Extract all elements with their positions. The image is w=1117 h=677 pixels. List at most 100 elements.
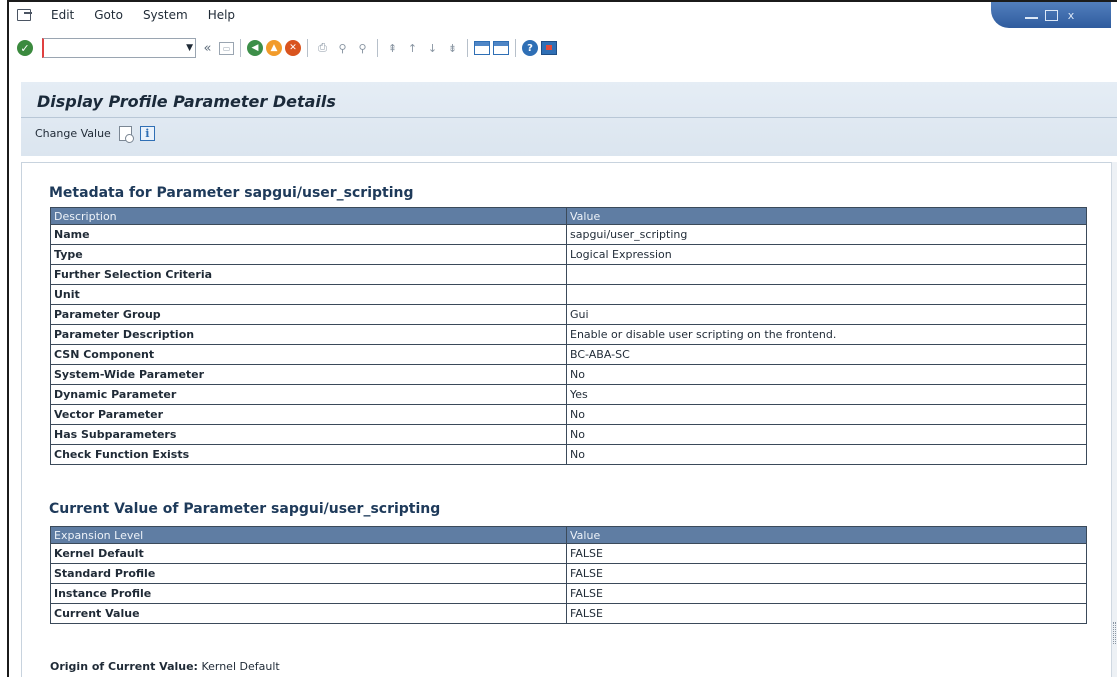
menu-goto[interactable]: Goto <box>94 8 123 22</box>
chevron-down-icon[interactable]: ▼ <box>186 43 193 53</box>
column-header-description[interactable]: Description <box>50 207 567 225</box>
row-value: BC-ABA-SC <box>566 344 1087 365</box>
splitter-grip-icon[interactable] <box>1113 622 1116 644</box>
info-icon[interactable]: i <box>139 126 155 141</box>
row-label: Type <box>50 244 567 265</box>
table-row[interactable]: Instance Profile FALSE <box>50 583 1087 604</box>
new-session-icon[interactable] <box>474 41 490 55</box>
row-label: Parameter Description <box>50 324 567 345</box>
title-divider <box>21 117 1117 118</box>
table-row[interactable]: Parameter Group Gui <box>50 304 1087 325</box>
table-row[interactable]: Type Logical Expression <box>50 244 1087 265</box>
command-field[interactable]: ▼ <box>42 38 196 58</box>
origin-value: Kernel Default <box>201 660 280 673</box>
previous-page-icon[interactable]: ↑ <box>404 40 421 57</box>
row-value: No <box>566 444 1087 465</box>
row-value: No <box>566 424 1087 445</box>
row-label: Parameter Group <box>50 304 567 325</box>
table-row[interactable]: System-Wide Parameter No <box>50 364 1087 385</box>
row-value: FALSE <box>566 563 1087 584</box>
row-label: Unit <box>50 284 567 305</box>
table-row[interactable]: Further Selection Criteria <box>50 264 1087 285</box>
last-page-icon[interactable]: ⇟ <box>444 40 461 57</box>
back-icon[interactable]: ◀ <box>247 40 263 56</box>
application-toolbar: Change Value i <box>35 126 155 143</box>
table-header-row: Description Value <box>50 207 1087 225</box>
minimize-icon[interactable] <box>1024 11 1038 19</box>
menu-window-icon[interactable] <box>17 9 32 21</box>
row-label: Name <box>50 224 567 245</box>
close-icon[interactable]: x <box>1065 10 1078 21</box>
column-header-value[interactable]: Value <box>566 526 1087 544</box>
find-icon[interactable]: ⚲ <box>334 40 351 57</box>
row-value: Gui <box>566 304 1087 325</box>
table-row[interactable]: Standard Profile FALSE <box>50 563 1087 584</box>
table-row[interactable]: Vector Parameter No <box>50 404 1087 425</box>
splitter-bar[interactable] <box>1111 162 1117 677</box>
collapse-icon[interactable]: « <box>199 40 216 57</box>
table-row[interactable]: Unit <box>50 284 1087 305</box>
row-label: Standard Profile <box>50 563 567 584</box>
row-label: Further Selection Criteria <box>50 264 567 285</box>
menu-help[interactable]: Help <box>208 8 235 22</box>
row-label: Kernel Default <box>50 543 567 564</box>
table-row[interactable]: Has Subparameters No <box>50 424 1087 445</box>
sap-window: x Edit Goto System Help ✓ ▼ « ▭ ◀ ▲ ✕ ⎙ … <box>7 0 1117 677</box>
row-value <box>566 284 1087 305</box>
table-row[interactable]: Dynamic Parameter Yes <box>50 384 1087 405</box>
cancel-icon[interactable]: ✕ <box>285 40 301 56</box>
enter-check-icon[interactable]: ✓ <box>17 40 33 56</box>
menu-system[interactable]: System <box>143 8 188 22</box>
first-page-icon[interactable]: ⇞ <box>384 40 401 57</box>
row-value: FALSE <box>566 543 1087 564</box>
row-label: Check Function Exists <box>50 444 567 465</box>
metadata-table: Description Value Name sapgui/user_script… <box>50 207 1087 465</box>
current-value-table: Expansion Level Value Kernel Default FALS… <box>50 526 1087 624</box>
table-row[interactable]: Check Function Exists No <box>50 444 1087 465</box>
current-value-section-title: Current Value of Parameter sapgui/user_s… <box>49 501 441 517</box>
row-label: Instance Profile <box>50 583 567 604</box>
row-value: No <box>566 364 1087 385</box>
menu-edit[interactable]: Edit <box>51 8 74 22</box>
table-row[interactable]: Parameter Description Enable or disable u… <box>50 324 1087 345</box>
row-label: Vector Parameter <box>50 404 567 425</box>
save-icon[interactable]: ▭ <box>219 41 234 55</box>
maximize-icon[interactable] <box>1044 9 1058 21</box>
row-value <box>566 264 1087 285</box>
next-page-icon[interactable]: ↓ <box>424 40 441 57</box>
find-next-icon[interactable]: ⚲ <box>354 40 371 57</box>
row-label: Current Value <box>50 603 567 624</box>
toolbar-separator <box>377 39 378 57</box>
row-value: FALSE <box>566 583 1087 604</box>
toolbar-separator <box>467 39 468 57</box>
column-header-value[interactable]: Value <box>566 207 1087 225</box>
content-area: Metadata for Parameter sapgui/user_scrip… <box>21 162 1111 677</box>
row-value: sapgui/user_scripting <box>566 224 1087 245</box>
table-header-row: Expansion Level Value <box>50 526 1087 544</box>
row-value: No <box>566 404 1087 425</box>
row-label: Dynamic Parameter <box>50 384 567 405</box>
customize-layout-icon[interactable] <box>541 41 557 55</box>
row-value: Yes <box>566 384 1087 405</box>
help-icon[interactable]: ? <box>522 40 538 56</box>
toolbar-separator <box>307 39 308 57</box>
menu-bar: Edit Goto System Help <box>9 2 235 28</box>
exit-icon[interactable]: ▲ <box>266 40 282 56</box>
table-row[interactable]: Current Value FALSE <box>50 603 1087 624</box>
table-row[interactable]: Kernel Default FALSE <box>50 543 1087 564</box>
row-value: Logical Expression <box>566 244 1087 265</box>
command-input[interactable] <box>44 40 174 56</box>
column-header-expansion-level[interactable]: Expansion Level <box>50 526 567 544</box>
window-controls: x <box>991 2 1111 28</box>
table-row[interactable]: CSN Component BC-ABA-SC <box>50 344 1087 365</box>
page-title: Display Profile Parameter Details <box>37 92 336 111</box>
standard-toolbar: ✓ ▼ « ▭ ◀ ▲ ✕ ⎙ ⚲ ⚲ ⇞ ↑ ↓ ⇟ ? <box>9 34 557 62</box>
change-value-button[interactable]: Change Value <box>35 127 111 140</box>
document-icon[interactable] <box>118 126 134 143</box>
origin-of-current-value: Origin of Current Value: Kernel Default <box>50 660 280 673</box>
row-label: CSN Component <box>50 344 567 365</box>
row-label: Has Subparameters <box>50 424 567 445</box>
print-icon[interactable]: ⎙ <box>314 40 331 57</box>
table-row[interactable]: Name sapgui/user_scripting <box>50 224 1087 245</box>
shortcut-icon[interactable] <box>493 41 509 55</box>
